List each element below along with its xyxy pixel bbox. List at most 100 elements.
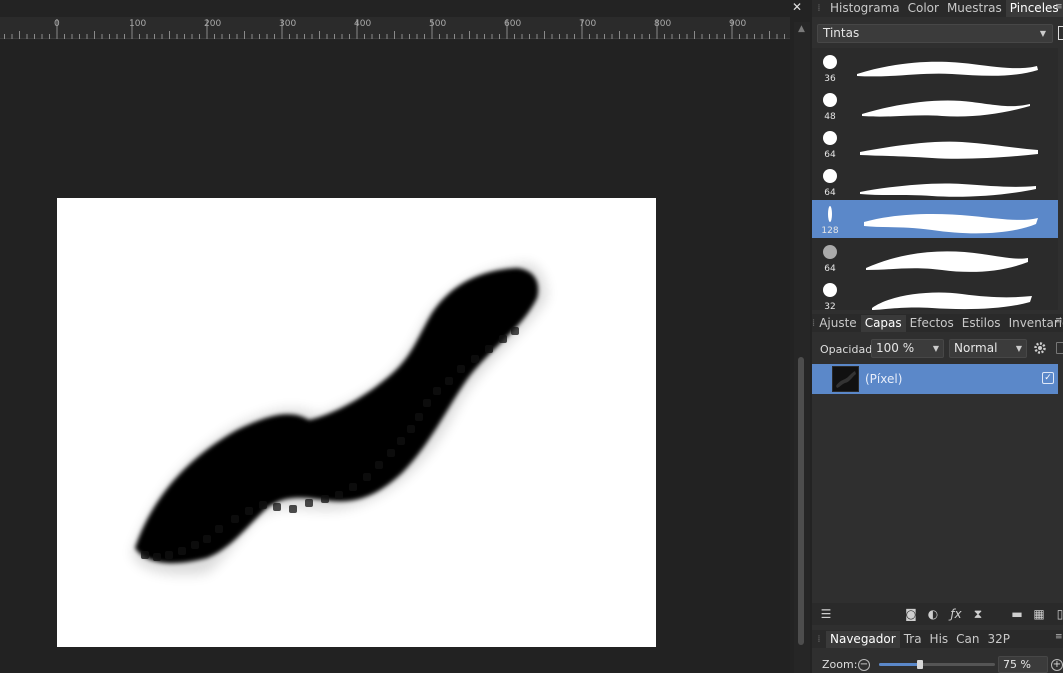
gear-icon[interactable]: [1033, 341, 1047, 355]
brush-stroke-preview: [852, 166, 1052, 203]
tab-transform[interactable]: Tra: [900, 631, 926, 648]
ruler-label: 700: [579, 19, 597, 29]
tab-navigator[interactable]: Navegador: [826, 630, 900, 648]
layer-visibility-checkbox[interactable]: ✓: [1042, 372, 1054, 384]
brush-dab: [305, 499, 313, 507]
panel-grip-icon[interactable]: ⁞: [812, 3, 826, 14]
tab-history[interactable]: His: [926, 631, 953, 648]
tab-styles[interactable]: Estilos: [958, 315, 1005, 332]
chevron-down-icon: ▼: [932, 344, 939, 353]
fx-icon[interactable]: ƒx: [948, 606, 964, 622]
brush-dab: [215, 525, 223, 533]
brush-item[interactable]: 64: [812, 162, 1058, 200]
layers-stack-icon[interactable]: ☰: [818, 606, 834, 622]
brush-size: 36: [824, 74, 836, 84]
ruler-ticks: [4, 19, 785, 39]
brush-dab: [499, 335, 507, 343]
blend-mode-dropdown[interactable]: Normal ▼: [949, 339, 1027, 358]
brush-dab: [165, 551, 173, 559]
brush-tip-icon: [820, 280, 840, 300]
zoom-out-icon[interactable]: −: [858, 659, 870, 671]
layers-toolbar: ☰ ◙ ◐ ƒx ⧗ ▬ ▦ ▯: [812, 603, 1063, 625]
panel-menu-icon[interactable]: ≡: [1055, 314, 1063, 329]
brush-dab: [485, 345, 493, 353]
layers-list-empty-area[interactable]: [812, 394, 1058, 602]
ruler-label: 500: [429, 19, 447, 29]
brush-dab: [231, 515, 239, 523]
brush-dab: [191, 541, 199, 549]
ruler-label: 600: [504, 19, 522, 29]
brush-size: 32: [824, 302, 836, 310]
ruler-label: 800: [654, 19, 672, 29]
close-document-icon[interactable]: ✕: [788, 0, 806, 16]
brush-item[interactable]: 128: [812, 200, 1058, 238]
checker-icon[interactable]: ▦: [1031, 606, 1047, 622]
tab-histogram[interactable]: Histograma: [826, 0, 904, 17]
brush-stroke-preview: [852, 52, 1052, 89]
tab-color[interactable]: Color: [904, 0, 943, 17]
opacity-value: 100 %: [876, 341, 915, 355]
brush-category-dropdown[interactable]: Tintas ▼: [817, 24, 1053, 43]
brush-item[interactable]: 32: [812, 276, 1058, 310]
opacity-dropdown[interactable]: 100 % ▼: [871, 339, 944, 358]
brush-stroke-preview: [852, 90, 1052, 127]
horizontal-ruler: 0 100 200 300 400 500 600 700 800 900: [0, 17, 790, 39]
brush-dab: [289, 505, 297, 513]
brush-tip-icon: [820, 90, 840, 110]
brush-item[interactable]: 64: [812, 238, 1058, 276]
brush-dab: [273, 503, 281, 511]
brush-dab: [445, 377, 453, 385]
brush-dab: [245, 507, 253, 515]
document-page[interactable]: [57, 198, 656, 647]
zoom-value-field[interactable]: 75 %: [998, 656, 1048, 673]
scrollbar-thumb[interactable]: [798, 357, 804, 645]
lock-icon[interactable]: [1056, 342, 1063, 354]
tab-swatches[interactable]: Muestras: [943, 0, 1006, 17]
layer-row[interactable]: (Píxel) ✓: [812, 364, 1058, 394]
brush-dab: [363, 473, 371, 481]
tab-32bit-preview[interactable]: 32P: [984, 631, 1015, 648]
zoom-label: Zoom:: [822, 658, 858, 671]
panel-menu-icon[interactable]: ≡: [1055, 0, 1063, 15]
panel-menu-icon[interactable]: ≡: [1055, 630, 1063, 645]
zoom-slider-thumb[interactable]: [916, 660, 923, 669]
tab-adjustments[interactable]: Ajuste: [815, 315, 861, 332]
brush-dab: [259, 501, 267, 509]
zoom-slider[interactable]: [879, 660, 995, 669]
adjustment-icon[interactable]: ◐: [925, 606, 941, 622]
ruler-label: 0: [54, 19, 60, 29]
brush-menu-icon[interactable]: [1058, 26, 1063, 40]
layer-name[interactable]: (Píxel): [865, 372, 902, 386]
brush-dab: [141, 551, 149, 559]
brush-dab: [349, 483, 357, 491]
zoom-slider-fill: [879, 663, 920, 666]
trash-icon[interactable]: ▯: [1052, 606, 1063, 622]
chevron-down-icon: ▼: [1039, 29, 1046, 38]
brush-size: 64: [824, 188, 836, 198]
brush-size: 64: [824, 150, 836, 160]
brush-dab: [457, 365, 465, 373]
folder-icon[interactable]: ▬: [1009, 606, 1025, 622]
brush-item[interactable]: 64: [812, 124, 1058, 162]
zoom-row: Zoom: − 75 % +: [812, 655, 1063, 673]
brush-stroke-preview: [852, 204, 1052, 241]
tab-channels[interactable]: Can: [952, 631, 983, 648]
layer-thumbnail: [832, 366, 859, 392]
ruler-label: 100: [129, 19, 147, 29]
brush-tip-icon: [820, 242, 840, 262]
scroll-up-icon[interactable]: ▲: [798, 24, 805, 34]
mask-icon[interactable]: ◙: [903, 606, 919, 622]
brush-item[interactable]: 48: [812, 86, 1058, 124]
ink-brush-stroke: [132, 263, 547, 575]
panel-grip-icon[interactable]: ⁞: [812, 634, 826, 645]
brush-stroke-preview: [852, 128, 1052, 165]
tab-layers[interactable]: Capas: [860, 314, 906, 332]
brush-item[interactable]: 36: [812, 48, 1058, 86]
brush-list[interactable]: 36 48 64 64 128 64 32: [812, 48, 1058, 310]
vertical-scrollbar[interactable]: ▲: [794, 22, 810, 673]
tab-effects[interactable]: Efectos: [906, 315, 958, 332]
studio-panel: ⁞ Histograma Color Muestras Pinceles ≡ T…: [812, 0, 1063, 673]
hourglass-icon[interactable]: ⧗: [970, 606, 986, 622]
brush-dab: [335, 491, 343, 499]
zoom-in-icon[interactable]: +: [1051, 659, 1063, 671]
